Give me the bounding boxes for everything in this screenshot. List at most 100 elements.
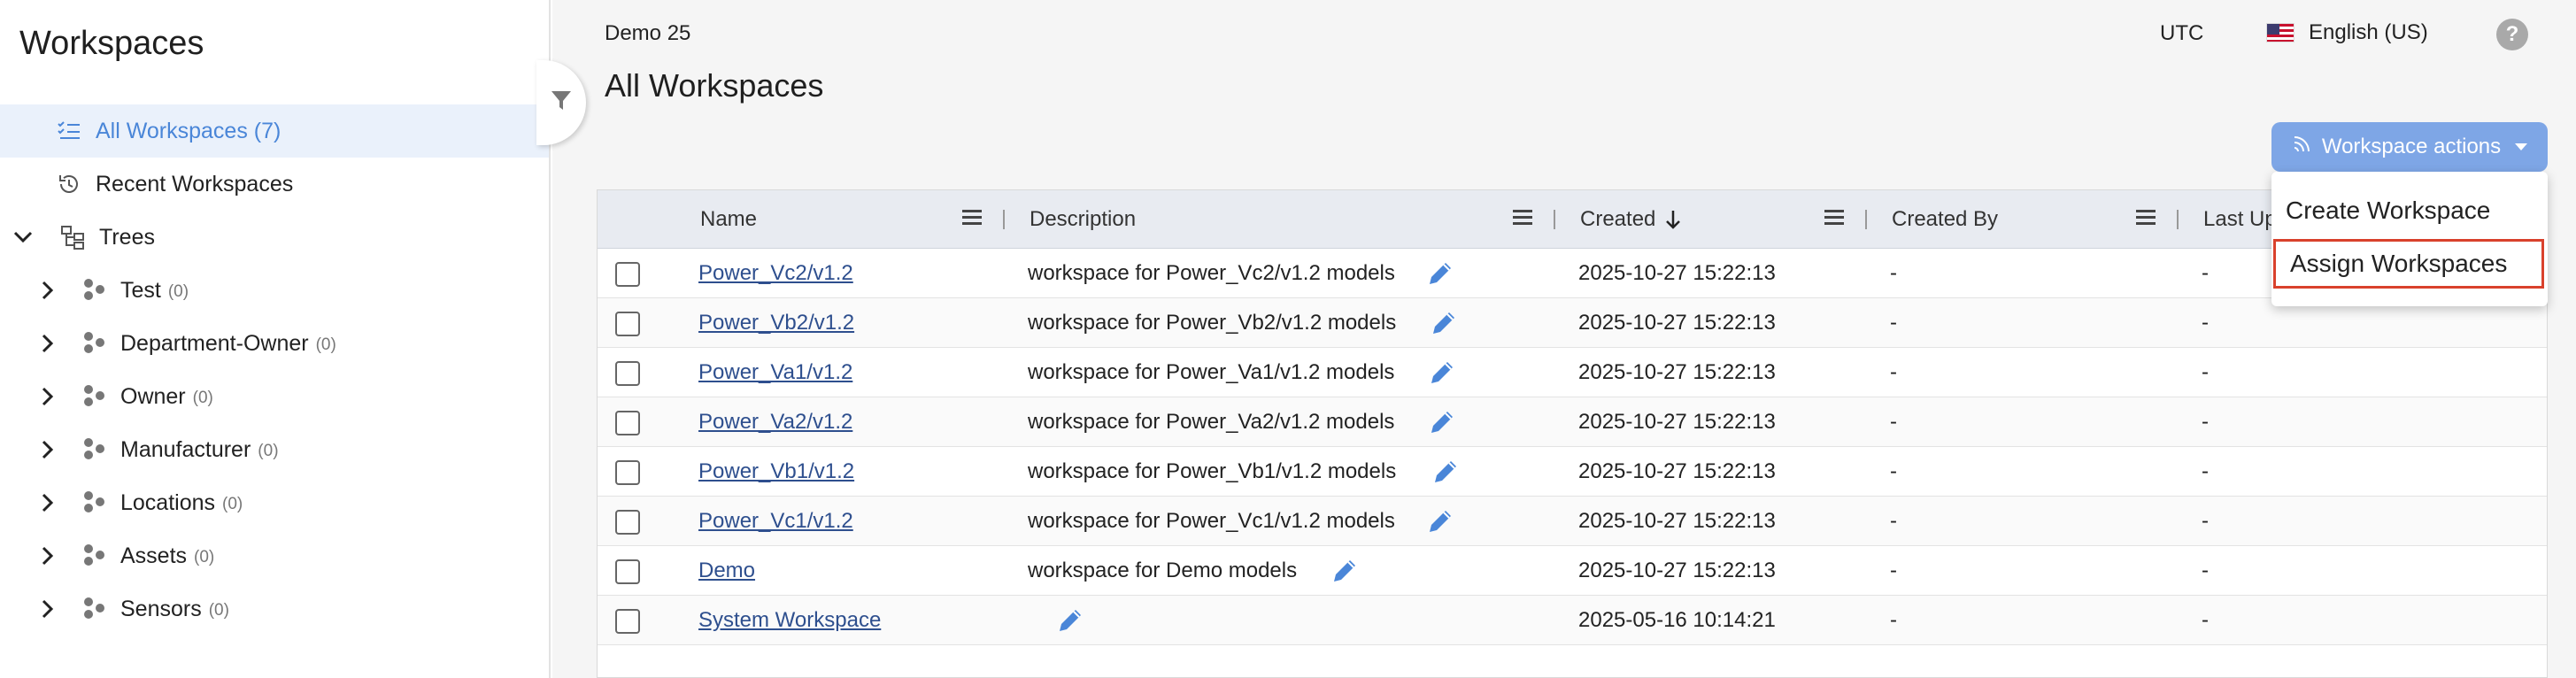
tree-item-count: (0) xyxy=(315,335,336,354)
sidebar-item-all-workspaces[interactable]: All Workspaces (7) xyxy=(0,104,549,158)
tree-item-count: (0) xyxy=(167,281,189,301)
workspace-name-link[interactable]: Power_Va1/v1.2 xyxy=(698,348,852,397)
column-header-created-by[interactable]: Created By xyxy=(1892,190,1998,249)
row-checkbox[interactable] xyxy=(615,559,640,584)
tree-item-assets[interactable]: Assets (0) xyxy=(0,529,549,582)
tree-item-sensors[interactable]: Sensors (0) xyxy=(0,582,549,636)
table-header: Name Description Created Created By Last… xyxy=(598,190,2547,249)
sidebar-title: Workspaces xyxy=(19,25,204,62)
workspace-name-link[interactable]: Power_Vb1/v1.2 xyxy=(698,447,854,497)
tree-item-count: (0) xyxy=(208,600,229,620)
node-group-icon xyxy=(76,379,112,414)
workspace-actions-button[interactable]: Workspace actions xyxy=(2271,122,2548,172)
tree-item-count: (0) xyxy=(258,441,279,460)
last-updated: - xyxy=(2202,360,2209,384)
language-label: English (US) xyxy=(2309,20,2428,44)
row-checkbox[interactable] xyxy=(615,361,640,386)
column-menu-icon[interactable] xyxy=(1513,210,1532,226)
us-flag-icon xyxy=(2266,23,2294,42)
edit-pencil-icon[interactable] xyxy=(1329,555,1361,587)
edit-pencil-icon[interactable] xyxy=(1424,505,1456,537)
row-checkbox[interactable] xyxy=(615,312,640,336)
workspace-name-link[interactable]: Power_Vc2/v1.2 xyxy=(698,249,853,298)
column-header-label: Created xyxy=(1580,207,1656,231)
table-row[interactable]: Power_Vc1/v1.2 workspace for Power_Vc1/v… xyxy=(598,497,2547,546)
last-updated: - xyxy=(2202,459,2209,483)
edit-pencil-icon[interactable] xyxy=(1054,605,1086,636)
menu-item-create-workspace[interactable]: Create Workspace xyxy=(2271,186,2548,235)
row-checkbox[interactable] xyxy=(615,411,640,435)
table-row[interactable]: Power_Vc2/v1.2 workspace for Power_Vc2/v… xyxy=(598,249,2547,298)
menu-item-assign-workspaces[interactable]: Assign Workspaces xyxy=(2273,239,2544,289)
created-by: - xyxy=(1890,459,1897,483)
history-icon xyxy=(51,166,87,202)
node-group-icon xyxy=(76,326,112,361)
created-by: - xyxy=(1890,410,1897,434)
tree-item-manufacturer[interactable]: Manufacturer (0) xyxy=(0,423,549,476)
workspace-name-link[interactable]: System Workspace xyxy=(698,596,881,645)
tree-item-label: Manufacturer xyxy=(120,436,251,462)
column-separator[interactable] xyxy=(2177,210,2179,229)
column-separator[interactable] xyxy=(1554,210,1555,229)
chevron-right-icon[interactable] xyxy=(30,273,66,308)
tree-item-count: (0) xyxy=(194,547,215,566)
created-date: 2025-10-27 15:22:13 xyxy=(1578,410,1776,434)
chevron-right-icon[interactable] xyxy=(30,591,66,627)
table-row[interactable]: System Workspace 2025-05-16 10:14:21 - - xyxy=(598,596,2547,645)
workspace-description: workspace for Power_Va2/v1.2 models xyxy=(1028,410,1395,434)
created-date: 2025-10-27 15:22:13 xyxy=(1578,459,1776,483)
column-menu-icon[interactable] xyxy=(1824,210,1844,226)
column-menu-icon[interactable] xyxy=(962,210,982,226)
edit-pencil-icon[interactable] xyxy=(1426,357,1458,389)
chevron-right-icon[interactable] xyxy=(30,432,66,467)
sidebar-item-trees[interactable]: Trees xyxy=(0,211,549,264)
chevron-down-icon[interactable] xyxy=(5,220,41,255)
tree-item-department-owner[interactable]: Department-Owner (0) xyxy=(0,317,549,370)
workspace-name-link[interactable]: Demo xyxy=(698,546,755,596)
column-header-name[interactable]: Name xyxy=(700,190,757,249)
tree-item-label: Sensors xyxy=(120,596,202,621)
workspace-description: workspace for Power_Vc2/v1.2 models xyxy=(1028,261,1395,285)
tree-item-owner[interactable]: Owner (0) xyxy=(0,370,549,423)
chevron-right-icon[interactable] xyxy=(30,538,66,574)
last-updated: - xyxy=(2202,311,2209,335)
tree-item-test[interactable]: Test (0) xyxy=(0,264,549,317)
tenant-name[interactable]: Demo 25 xyxy=(605,21,690,46)
row-checkbox[interactable] xyxy=(615,460,640,485)
table-row[interactable]: Power_Vb1/v1.2 workspace for Power_Vb1/v… xyxy=(598,447,2547,497)
workspace-description: workspace for Demo models xyxy=(1028,559,1298,582)
workspace-name-link[interactable]: Power_Vc1/v1.2 xyxy=(698,497,853,546)
chevron-right-icon[interactable] xyxy=(30,326,66,361)
table-row[interactable]: Power_Va2/v1.2 workspace for Power_Va2/v… xyxy=(598,397,2547,447)
workspace-description: workspace for Power_Vb2/v1.2 models xyxy=(1028,311,1397,335)
sidebar-item-recent-workspaces[interactable]: Recent Workspaces xyxy=(0,158,549,211)
language-selector[interactable]: English (US) xyxy=(2266,18,2428,48)
chevron-right-icon[interactable] xyxy=(30,379,66,414)
column-header-last-updated[interactable]: Last Up xyxy=(2203,190,2277,249)
edit-pencil-icon[interactable] xyxy=(1426,406,1458,438)
sort-descending-icon[interactable] xyxy=(1664,209,1682,230)
column-header-created[interactable]: Created xyxy=(1580,190,1682,249)
help-icon[interactable]: ? xyxy=(2496,19,2528,50)
edit-pencil-icon[interactable] xyxy=(1428,307,1460,339)
chevron-right-icon[interactable] xyxy=(30,485,66,520)
column-separator[interactable] xyxy=(1865,210,1867,229)
row-checkbox[interactable] xyxy=(615,609,640,634)
workspace-name-link[interactable]: Power_Vb2/v1.2 xyxy=(698,298,854,348)
edit-pencil-icon[interactable] xyxy=(1430,456,1462,488)
sidebar: Workspaces All Workspaces (7) Recent Wor… xyxy=(0,0,551,678)
timezone-selector[interactable]: UTC xyxy=(2160,21,2203,46)
column-menu-icon[interactable] xyxy=(2136,210,2156,226)
row-checkbox[interactable] xyxy=(615,510,640,535)
table-row[interactable]: Power_Va1/v1.2 workspace for Power_Va1/v… xyxy=(598,348,2547,397)
row-checkbox[interactable] xyxy=(615,262,640,287)
table-row[interactable]: Power_Vb2/v1.2 workspace for Power_Vb2/v… xyxy=(598,298,2547,348)
edit-pencil-icon[interactable] xyxy=(1424,258,1456,289)
tree-item-locations[interactable]: Locations (0) xyxy=(0,476,549,529)
tree-item-label: Department-Owner xyxy=(120,330,309,356)
table-row[interactable]: Demo workspace for Demo models 2025-10-2… xyxy=(598,546,2547,596)
column-header-description[interactable]: Description xyxy=(1030,190,1136,249)
created-date: 2025-05-16 10:14:21 xyxy=(1578,608,1776,632)
column-separator[interactable] xyxy=(1003,210,1005,229)
workspace-name-link[interactable]: Power_Va2/v1.2 xyxy=(698,397,852,447)
